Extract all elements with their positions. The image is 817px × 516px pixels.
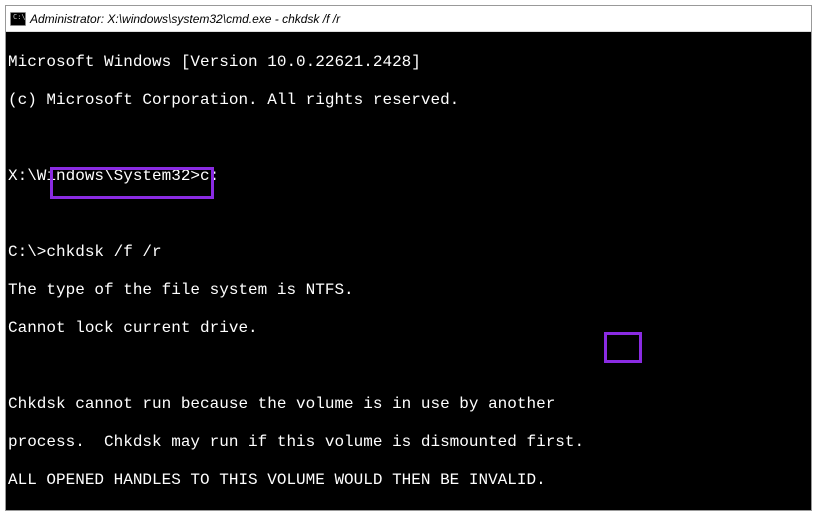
blank-line xyxy=(8,205,809,224)
cmd-icon-text: C:\ xyxy=(13,14,26,20)
output-line: The type of the file system is NTFS. xyxy=(8,281,809,300)
blank-line xyxy=(8,129,809,148)
prompt-cmd: chkdsk /f /r xyxy=(46,243,161,261)
window-title: Administrator: X:\windows\system32\cmd.e… xyxy=(30,12,340,26)
terminal-output[interactable]: Microsoft Windows [Version 10.0.22621.24… xyxy=(6,32,811,510)
cmd-icon: C:\ xyxy=(10,12,26,26)
prompt-line-2: C:\>chkdsk /f /r xyxy=(8,243,809,262)
copyright-line: (c) Microsoft Corporation. All rights re… xyxy=(8,91,809,110)
version-line: Microsoft Windows [Version 10.0.22621.24… xyxy=(8,53,809,72)
prompt-path: C:\> xyxy=(8,243,46,261)
blank-line xyxy=(8,357,809,376)
prompt-question: Would you like to force a dismount on th… xyxy=(8,509,555,510)
output-line: Chkdsk cannot run because the volume is … xyxy=(8,395,809,414)
prompt-line-1: X:\Windows\System32>c: xyxy=(8,167,809,186)
titlebar[interactable]: C:\ Administrator: X:\windows\system32\c… xyxy=(6,6,811,32)
prompt-cmd: c: xyxy=(200,167,219,185)
output-line: Would you like to force a dismount on th… xyxy=(8,509,809,510)
user-input: y xyxy=(555,509,565,510)
output-line: process. Chkdsk may run if this volume i… xyxy=(8,433,809,452)
output-line: ALL OPENED HANDLES TO THIS VOLUME WOULD … xyxy=(8,471,809,490)
prompt-path: X:\Windows\System32> xyxy=(8,167,200,185)
cmd-window: C:\ Administrator: X:\windows\system32\c… xyxy=(5,5,812,511)
output-line: Cannot lock current drive. xyxy=(8,319,809,338)
